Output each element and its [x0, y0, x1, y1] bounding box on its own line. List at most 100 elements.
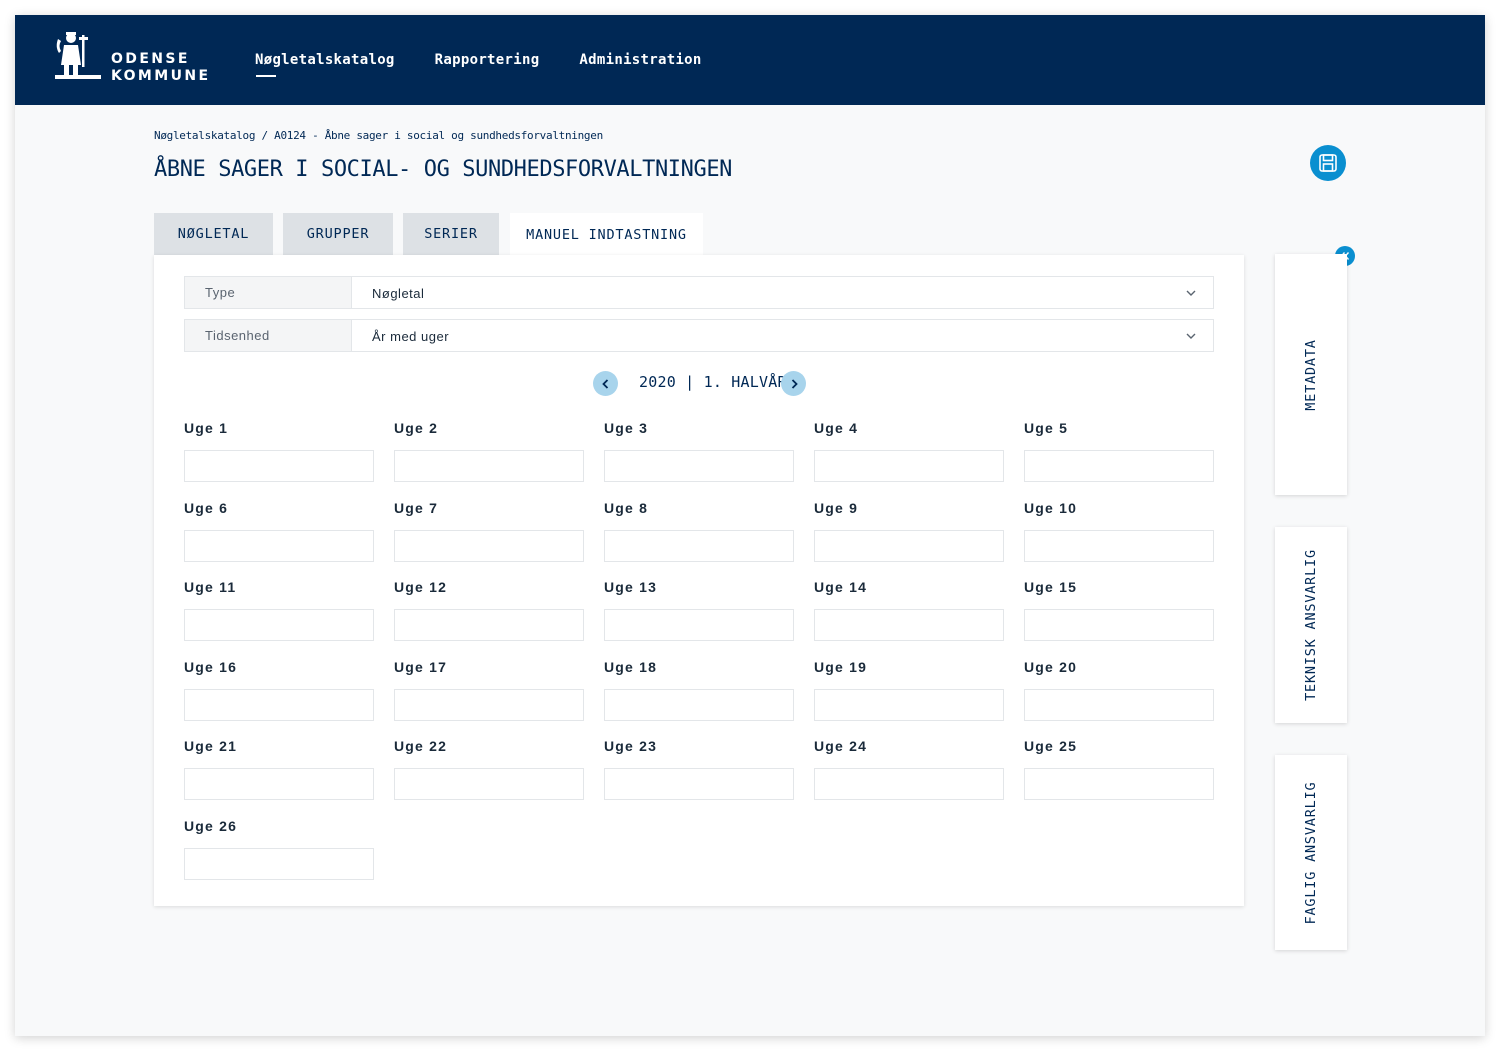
week-field: Uge 25	[1024, 738, 1214, 808]
week-field: Uge 13	[604, 579, 794, 649]
week-label: Uge 6	[184, 500, 229, 516]
week-field: Uge 19	[814, 659, 1004, 729]
tab-noegletal[interactable]: NØGLETAL	[154, 213, 273, 255]
week-input[interactable]	[394, 450, 584, 482]
week-input[interactable]	[814, 768, 1004, 800]
week-input[interactable]	[394, 530, 584, 562]
week-label: Uge 15	[1024, 579, 1078, 595]
period-navigator: 2020 | 1. HALVÅR	[154, 370, 1244, 396]
nav-item-rapportering[interactable]: Rapportering	[435, 15, 540, 105]
week-input[interactable]	[184, 689, 374, 721]
week-input[interactable]	[814, 609, 1004, 641]
odense-kommune-logo[interactable]: ODENSE KOMMUNE	[55, 29, 225, 89]
week-input[interactable]	[604, 689, 794, 721]
tab-manuel-indtastning[interactable]: MANUEL INDTASTNING	[510, 213, 703, 257]
week-field: Uge 8	[604, 500, 794, 570]
week-input[interactable]	[1024, 689, 1214, 721]
week-field: Uge 11	[184, 579, 374, 649]
week-input[interactable]	[1024, 768, 1214, 800]
week-field: Uge 6	[184, 500, 374, 570]
logo-text: ODENSE KOMMUNE	[111, 51, 210, 85]
week-input[interactable]	[394, 689, 584, 721]
tidsenhed-value[interactable]: År med uger	[352, 320, 1213, 351]
side-card-label: TEKNISK ANSVARLIG	[1303, 549, 1319, 701]
week-input[interactable]	[814, 450, 1004, 482]
week-label: Uge 2	[394, 420, 439, 436]
save-button[interactable]	[1310, 145, 1346, 181]
week-field: Uge 7	[394, 500, 584, 570]
week-input[interactable]	[1024, 450, 1214, 482]
week-label: Uge 1	[184, 420, 229, 436]
week-label: Uge 20	[1024, 659, 1078, 675]
week-label: Uge 9	[814, 500, 859, 516]
type-label: Type	[185, 277, 352, 308]
week-input[interactable]	[1024, 609, 1214, 641]
type-value[interactable]: Nøgletal	[352, 277, 1213, 308]
top-navigation-bar: ODENSE KOMMUNE Nøgletalskatalog Rapporte…	[15, 15, 1485, 105]
week-label: Uge 14	[814, 579, 868, 595]
type-select[interactable]: Type Nøgletal	[184, 276, 1214, 309]
week-input[interactable]	[814, 689, 1004, 721]
week-field: Uge 23	[604, 738, 794, 808]
crest-logo	[55, 32, 101, 79]
nav-item-noegletalskatalog[interactable]: Nøgletalskatalog	[255, 15, 395, 105]
side-card-faglig-ansvarlig[interactable]: FAGLIG ANSVARLIG	[1275, 755, 1347, 950]
week-label: Uge 19	[814, 659, 868, 675]
next-period-button[interactable]	[781, 371, 806, 396]
week-field: Uge 26	[184, 818, 374, 888]
chevron-down-icon	[1186, 290, 1196, 296]
side-card-metadata[interactable]: METADATA	[1275, 254, 1347, 495]
chevron-right-icon	[791, 378, 798, 389]
week-label: Uge 23	[604, 738, 658, 754]
side-card-label: FAGLIG ANSVARLIG	[1303, 781, 1319, 924]
week-input[interactable]	[604, 450, 794, 482]
week-label: Uge 21	[184, 738, 238, 754]
breadcrumb[interactable]: Nøgletalskatalog / A0124 - Åbne sager i …	[154, 129, 603, 142]
week-input[interactable]	[394, 609, 584, 641]
week-field: Uge 21	[184, 738, 374, 808]
tidsenhed-select[interactable]: Tidsenhed År med uger	[184, 319, 1214, 352]
side-card-teknisk-ansvarlig[interactable]: TEKNISK ANSVARLIG	[1275, 527, 1347, 723]
week-label: Uge 11	[184, 579, 237, 595]
week-label: Uge 7	[394, 500, 439, 516]
main-nav: Nøgletalskatalog Rapportering Administra…	[255, 15, 742, 105]
logo-line-2: KOMMUNE	[111, 68, 211, 84]
app-window: ODENSE KOMMUNE Nøgletalskatalog Rapporte…	[15, 15, 1485, 1036]
tab-serier[interactable]: SERIER	[403, 213, 499, 255]
week-input[interactable]	[394, 768, 584, 800]
chevron-left-icon	[601, 378, 608, 389]
type-selected-value: Nøgletal	[372, 286, 425, 301]
week-label: Uge 22	[394, 738, 448, 754]
nav-item-administration[interactable]: Administration	[579, 15, 701, 105]
period-label: 2020 | 1. HALVÅR	[639, 373, 787, 391]
week-label: Uge 8	[604, 500, 649, 516]
week-input[interactable]	[184, 450, 374, 482]
manual-entry-panel: Type Nøgletal Tidsenhed År med uger 2020…	[154, 255, 1244, 906]
week-input[interactable]	[184, 609, 374, 641]
week-field: Uge 3	[604, 420, 794, 490]
week-label: Uge 17	[394, 659, 448, 675]
tab-grupper[interactable]: GRUPPER	[283, 213, 393, 255]
week-label: Uge 12	[394, 579, 448, 595]
week-label: Uge 10	[1024, 500, 1078, 516]
week-field: Uge 20	[1024, 659, 1214, 729]
week-input[interactable]	[814, 530, 1004, 562]
week-field: Uge 24	[814, 738, 1004, 808]
week-label: Uge 4	[814, 420, 859, 436]
chevron-down-icon	[1186, 333, 1196, 339]
week-input[interactable]	[604, 768, 794, 800]
week-input[interactable]	[184, 848, 374, 880]
week-field: Uge 12	[394, 579, 584, 649]
week-field: Uge 2	[394, 420, 584, 490]
tidsenhed-label: Tidsenhed	[185, 320, 352, 351]
tidsenhed-selected-value: År med uger	[372, 329, 450, 344]
week-input[interactable]	[1024, 530, 1214, 562]
previous-period-button[interactable]	[593, 371, 618, 396]
week-input[interactable]	[604, 609, 794, 641]
week-input[interactable]	[184, 768, 374, 800]
week-input[interactable]	[184, 530, 374, 562]
week-field: Uge 14	[814, 579, 1004, 649]
week-input[interactable]	[604, 530, 794, 562]
week-field: Uge 18	[604, 659, 794, 729]
week-label: Uge 26	[184, 818, 238, 834]
